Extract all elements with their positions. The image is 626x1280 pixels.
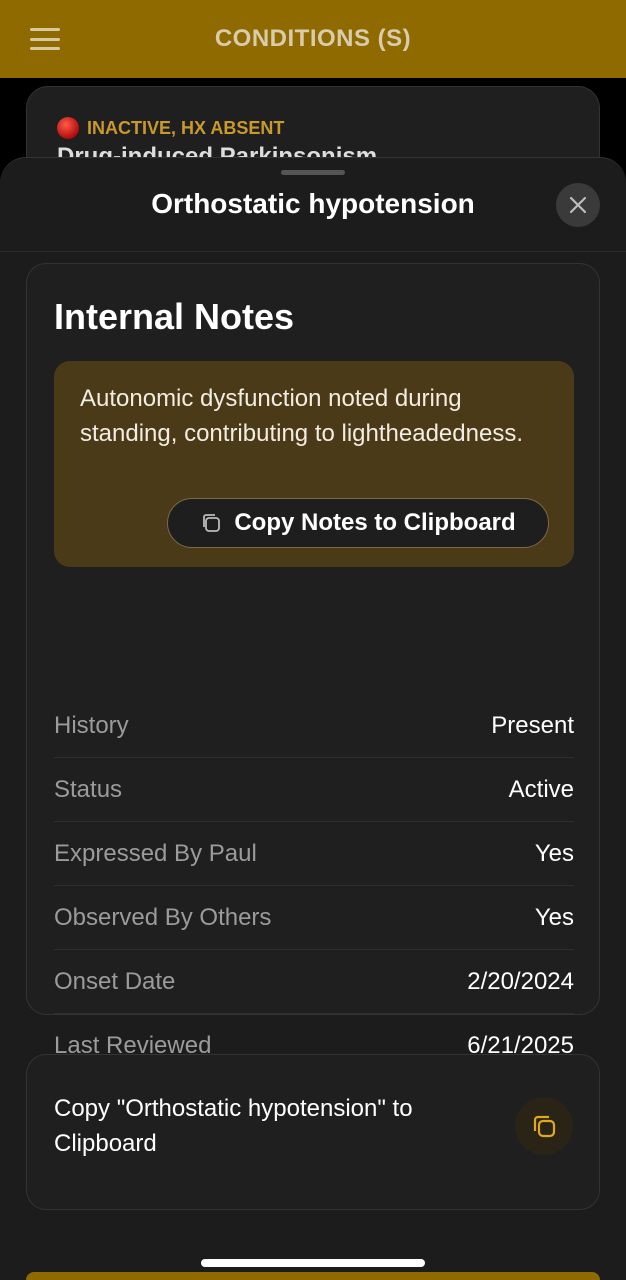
sheet-title: Orthostatic hypotension bbox=[151, 188, 475, 219]
copy-condition-card[interactable]: Copy "Orthostatic hypotension" to Clipbo… bbox=[26, 1054, 600, 1210]
copy-condition-button[interactable] bbox=[515, 1097, 573, 1155]
details-list: History Present Status Active Expressed … bbox=[54, 694, 574, 1078]
hamburger-menu-icon[interactable] bbox=[30, 28, 60, 50]
detail-row-onset: Onset Date 2/20/2024 bbox=[54, 950, 574, 1014]
copy-icon bbox=[203, 514, 221, 532]
status-badge: INACTIVE, HX ABSENT bbox=[57, 117, 284, 139]
detail-value: Present bbox=[491, 711, 574, 739]
detail-label: Status bbox=[54, 775, 123, 803]
detail-value: 2/20/2024 bbox=[467, 967, 574, 995]
copy-notes-label: Copy Notes to Clipboard bbox=[234, 509, 516, 536]
home-indicator bbox=[201, 1259, 425, 1267]
copy-icon bbox=[533, 1115, 556, 1138]
page-title: CONDITIONS (S) bbox=[214, 25, 412, 52]
sheet-header: Orthostatic hypotension bbox=[0, 158, 626, 252]
detail-label: Expressed By Paul bbox=[54, 839, 257, 867]
close-icon bbox=[569, 196, 587, 214]
note-box: Autonomic dysfunction noted during stand… bbox=[54, 361, 574, 567]
detail-label: Observed By Others bbox=[54, 903, 272, 931]
detail-row-history: History Present bbox=[54, 694, 574, 758]
detail-row-expressed: Expressed By Paul Yes bbox=[54, 822, 574, 886]
detail-row-status: Status Active bbox=[54, 758, 574, 822]
copy-notes-button[interactable]: Copy Notes to Clipboard bbox=[167, 498, 549, 548]
detail-row-observed: Observed By Others Yes bbox=[54, 886, 574, 950]
detail-label: History bbox=[54, 711, 129, 739]
copy-condition-text: Copy "Orthostatic hypotension" to Clipbo… bbox=[54, 1095, 413, 1157]
note-text: Autonomic dysfunction noted during stand… bbox=[80, 385, 523, 447]
app-bar: CONDITIONS (S) bbox=[0, 0, 626, 78]
internal-notes-card: Internal Notes Autonomic dysfunction not… bbox=[26, 263, 600, 1059]
close-button[interactable] bbox=[556, 183, 600, 227]
bottom-strip bbox=[26, 1272, 600, 1280]
detail-label: Onset Date bbox=[54, 967, 176, 995]
detail-value: Yes bbox=[534, 903, 574, 931]
detail-value: Yes bbox=[534, 839, 574, 867]
red-dot-icon bbox=[57, 117, 79, 139]
notes-heading: Internal Notes bbox=[54, 296, 295, 337]
detail-value: Active bbox=[508, 775, 574, 803]
status-text: INACTIVE, HX ABSENT bbox=[87, 117, 285, 138]
condition-detail-sheet: Orthostatic hypotension Internal Notes A… bbox=[0, 157, 626, 1280]
